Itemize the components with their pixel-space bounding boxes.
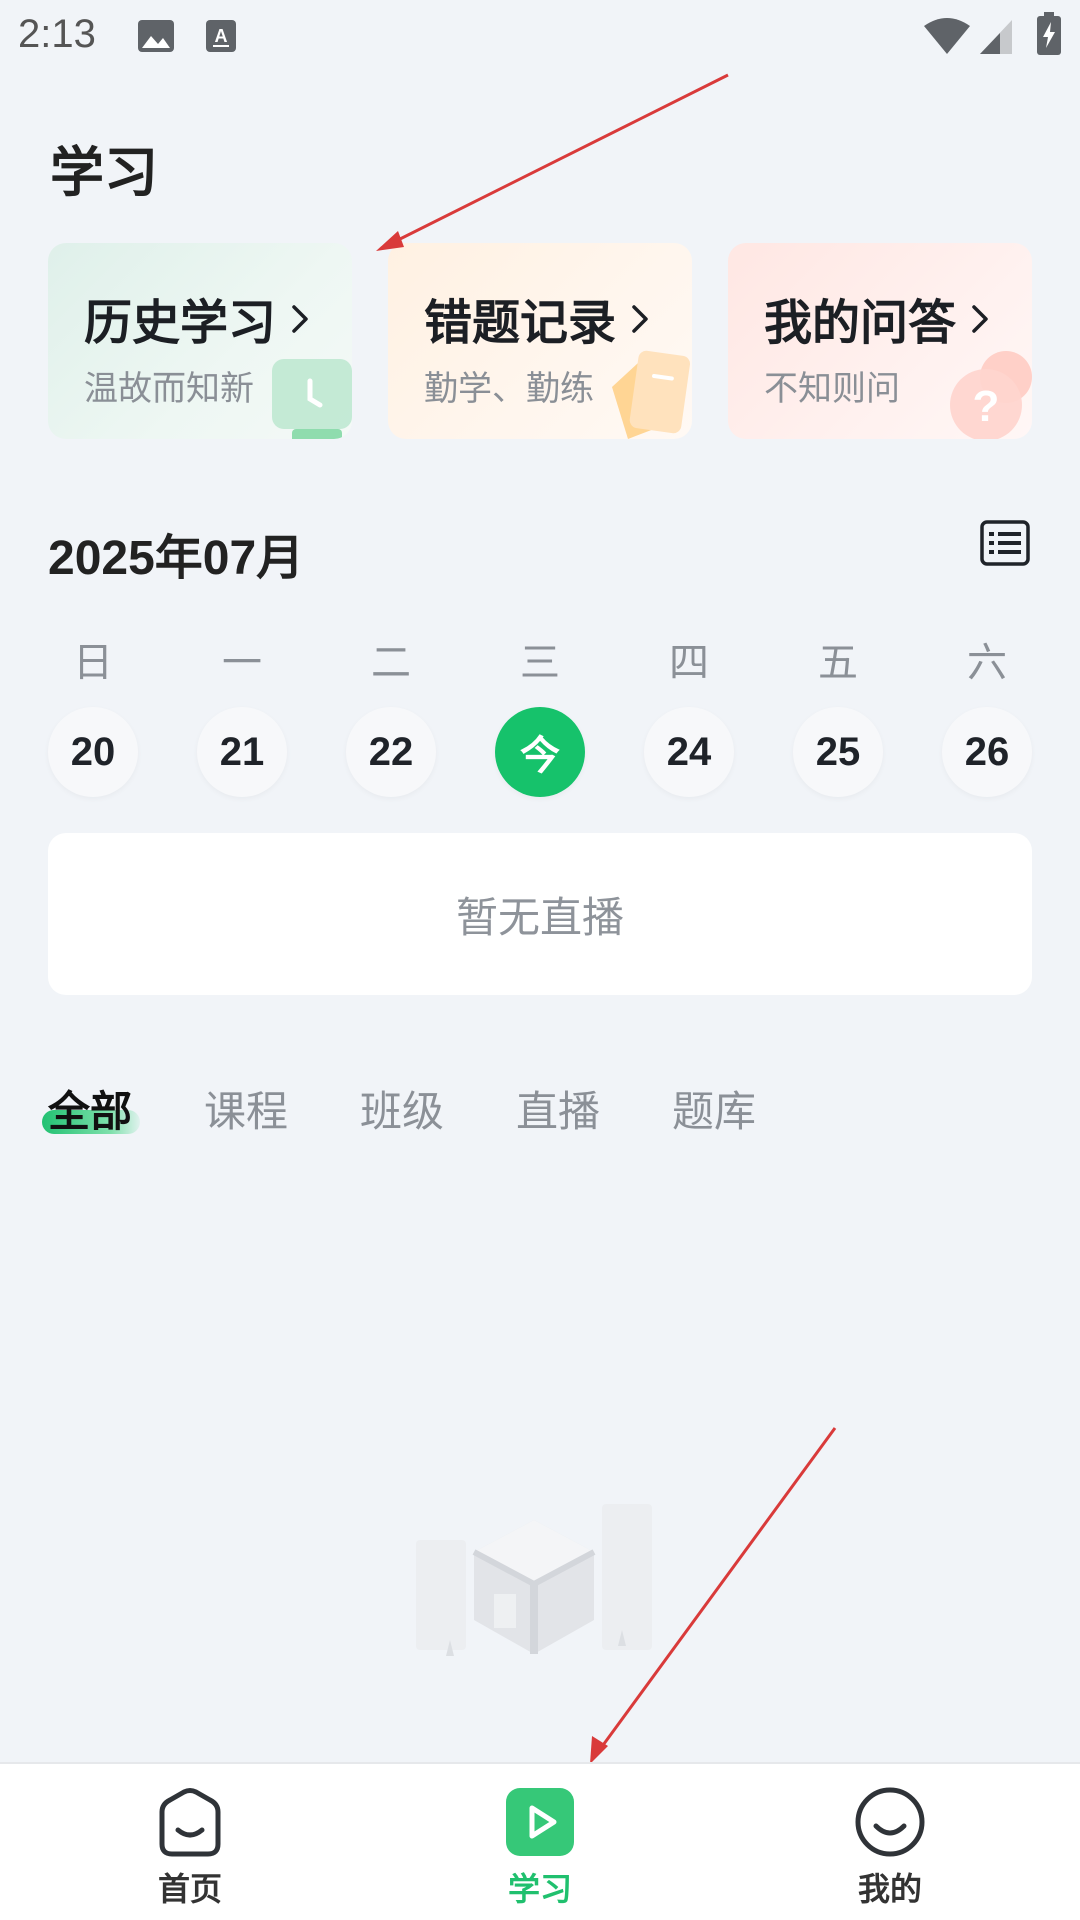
card-title: 我的问答 — [764, 295, 957, 351]
calendar-day[interactable]: 22 — [346, 707, 436, 797]
status-bar: 2:13 A — [0, 0, 1080, 76]
nav-label: 首页 — [157, 1870, 222, 1908]
calendar-day-today[interactable]: 今 — [495, 707, 585, 797]
chevron-right-icon — [292, 305, 308, 333]
play-icon — [506, 1788, 574, 1856]
nav-study[interactable]: 学习 — [440, 1764, 640, 1920]
battery-charging-icon — [1037, 12, 1061, 55]
card-title: 历史学习 — [84, 295, 277, 351]
chevron-right-icon — [972, 305, 988, 333]
cellular-signal-icon — [980, 20, 1012, 54]
card-title: 错题记录 — [424, 295, 617, 351]
question-bubble-icon: ? — [950, 351, 1032, 439]
calendar-day[interactable]: 20 — [48, 707, 138, 797]
live-schedule-panel: 暂无直播 — [48, 833, 1032, 995]
tab-question-bank[interactable]: 题库 — [672, 1078, 756, 1139]
my-questions-card[interactable]: 我的问答 不知则问 ? — [728, 243, 1032, 439]
tab-live[interactable]: 直播 — [516, 1078, 600, 1139]
calendar-month-label: 2025年07月 — [48, 532, 305, 585]
card-subtitle: 温故而知新 — [84, 369, 254, 409]
notebook-icon — [612, 350, 691, 439]
image-notification-icon — [138, 20, 174, 52]
smile-face-icon — [855, 1787, 925, 1857]
home-face-icon — [159, 1788, 221, 1857]
nav-label: 学习 — [507, 1870, 572, 1908]
weekday-label: 一 — [222, 640, 262, 686]
tab-all[interactable]: 全部 — [48, 1078, 132, 1139]
bottom-navigation: 首页 学习 我的 — [0, 1762, 1080, 1920]
nav-home[interactable]: 首页 — [90, 1764, 290, 1920]
weekday-label: 四 — [669, 640, 709, 686]
wifi-icon — [924, 18, 970, 54]
svg-text:A: A — [215, 26, 228, 46]
nav-mine[interactable]: 我的 — [790, 1764, 990, 1920]
tab-courses[interactable]: 课程 — [204, 1078, 288, 1139]
card-subtitle: 勤学、勤练 — [424, 369, 594, 409]
svg-text:?: ? — [973, 382, 1000, 431]
wrong-questions-card[interactable]: 错题记录 勤学、勤练 — [388, 243, 692, 439]
weekday-label: 六 — [967, 640, 1007, 686]
weekday-label: 五 — [818, 640, 858, 686]
empty-box-illustration — [416, 1504, 652, 1656]
page-title: 学习 — [50, 141, 158, 204]
status-time: 2:13 — [18, 12, 96, 56]
weekday-label: 三 — [520, 640, 560, 686]
live-empty-text: 暂无直播 — [455, 892, 624, 942]
calendar-list-icon[interactable] — [980, 520, 1030, 566]
calendar-day[interactable]: 21 — [197, 707, 287, 797]
nav-label: 我的 — [857, 1870, 922, 1908]
tab-classes[interactable]: 班级 — [360, 1078, 444, 1139]
weekday-label: 二 — [371, 640, 411, 686]
weekday-label: 日 — [73, 640, 113, 686]
calendar-day[interactable]: 24 — [644, 707, 734, 797]
history-study-card[interactable]: 历史学习 温故而知新 — [48, 243, 352, 439]
chevron-right-icon — [632, 305, 648, 333]
text-notification-icon: A — [206, 20, 236, 52]
card-subtitle: 不知则问 — [764, 369, 900, 409]
clock-icon — [272, 359, 352, 439]
calendar-day[interactable]: 26 — [942, 707, 1032, 797]
calendar-day[interactable]: 25 — [793, 707, 883, 797]
